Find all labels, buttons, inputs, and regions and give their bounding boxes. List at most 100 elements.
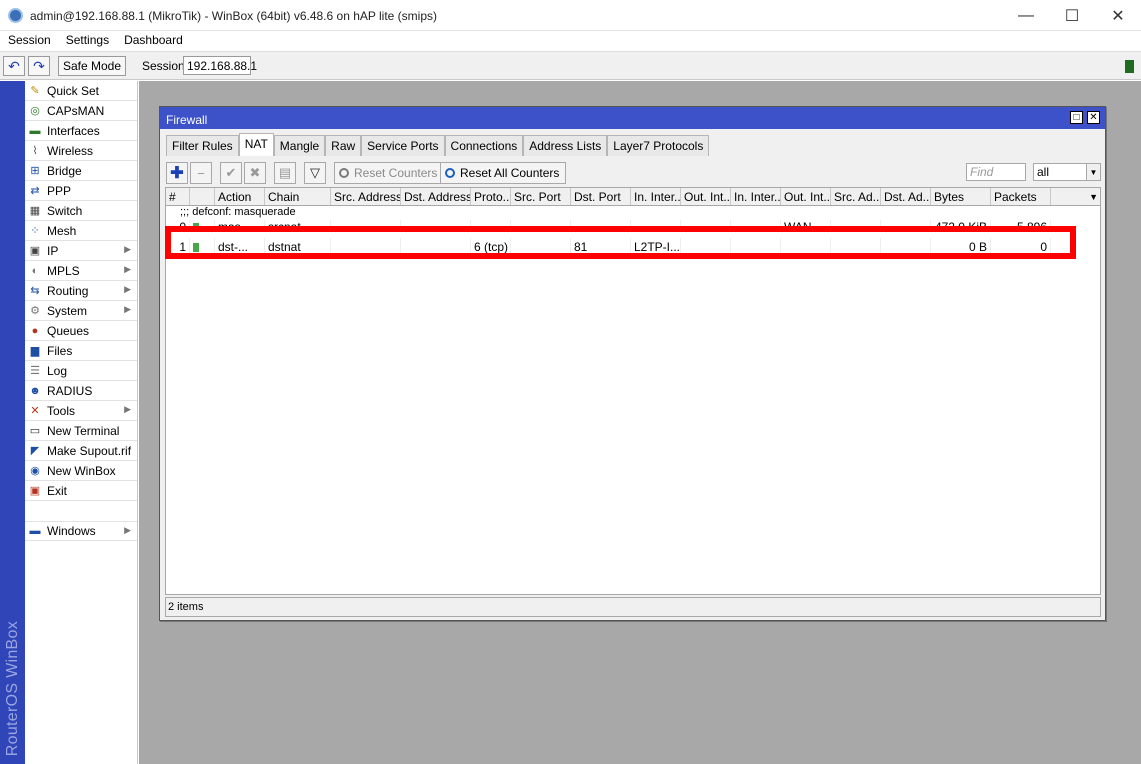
interfaces-icon: ▬ [29, 124, 41, 137]
ip-icon: ▣ [29, 245, 41, 257]
submenu-arrow-icon: ▶ [124, 244, 131, 254]
col-header-src-port[interactable]: Src. Port [511, 188, 571, 205]
session-label: Session: [142, 59, 189, 73]
safe-mode-button[interactable]: Safe Mode [58, 56, 126, 76]
enable-rule-button[interactable]: ✔ [220, 162, 242, 184]
undo-button[interactable]: ↶ [3, 56, 25, 76]
sidebar-item-ip[interactable]: ▣ IP ▶ [25, 241, 137, 261]
tab-raw[interactable]: Raw [325, 135, 362, 156]
submenu-arrow-icon: ▶ [124, 264, 131, 274]
connection-indicator [1125, 60, 1134, 73]
sidebar-item-files[interactable]: ▆ Files [25, 341, 137, 361]
tab-address-lists[interactable]: Address Lists [523, 135, 608, 156]
col-header-src-address[interactable]: Src. Address [331, 188, 401, 205]
firewall-window-titlebar[interactable]: Firewall □ ✕ [160, 107, 1105, 129]
firewall-tabs: Filter Rules NAT Mangle Raw Service Port… [166, 133, 710, 157]
col-header-dst-address[interactable]: Dst. Address [401, 188, 471, 205]
col-header-bytes[interactable]: Bytes [931, 188, 991, 205]
sidebar-item-tools[interactable]: ✕ Tools ▶ [25, 401, 137, 421]
maximize-button[interactable]: ☐ [1049, 0, 1095, 31]
col-header-dst-address-list[interactable]: Dst. Ad... [881, 188, 931, 205]
rule-comment: ;;; defconf: masquerade [180, 206, 296, 218]
sidebar-item-ppp[interactable]: ⇄ PPP [25, 181, 137, 201]
tab-connections[interactable]: Connections [444, 135, 524, 156]
sidebar-item-capsman[interactable]: ◎ CAPsMAN [25, 101, 137, 121]
chevron-down-icon[interactable]: ▼ [1086, 164, 1100, 180]
tab-service-ports[interactable]: Service Ports [361, 135, 445, 156]
sidebar-item-radius[interactable]: ☻ RADIUS [25, 381, 137, 401]
tab-filter-rules[interactable]: Filter Rules [166, 135, 239, 156]
sidebar-item-label: CAPsMAN [47, 103, 105, 118]
submenu-arrow-icon: ▶ [124, 304, 131, 314]
sidebar-item-switch[interactable]: ▦ Switch [25, 201, 137, 221]
filter-icon[interactable]: ▽ [304, 162, 326, 184]
sidebar-item-wireless[interactable]: ⌇ Wireless [25, 141, 137, 161]
sidebar-item-routing[interactable]: ⇆ Routing ▶ [25, 281, 137, 301]
routing-icon: ⇆ [30, 285, 40, 297]
sidebar-item-interfaces[interactable]: ▬ Interfaces [25, 121, 137, 141]
files-folder-icon: ▆ [30, 345, 40, 357]
sidebar-item-label: New WinBox [47, 463, 116, 478]
reset-counters-button[interactable]: Reset Counters [334, 162, 445, 184]
supout-icon: ◤ [30, 445, 40, 457]
col-header-action[interactable]: Action [215, 188, 265, 205]
close-window-button[interactable]: ✕ [1087, 111, 1100, 124]
sidebar-item-quick-set[interactable]: ✎ Quick Set [25, 81, 137, 101]
winbox-app-icon [8, 8, 23, 23]
session-field[interactable]: 192.168.88.1 [183, 56, 257, 75]
switch-icon: ▦ [29, 205, 41, 217]
col-header-packets[interactable]: Packets [991, 188, 1051, 205]
column-menu-icon[interactable]: ▼ [1089, 192, 1098, 202]
exit-icon: ▣ [29, 485, 41, 497]
sidebar-item-mpls[interactable]: ◐ MPLS ▶ [25, 261, 137, 281]
redo-button[interactable]: ↷ [28, 56, 50, 76]
sidebar-item-exit[interactable]: ▣ Exit [25, 481, 137, 501]
menu-settings[interactable]: Settings [58, 31, 109, 51]
mpls-icon: ◐ [31, 264, 39, 277]
sidebar-item-bridge[interactable]: ⊞ Bridge [25, 161, 137, 181]
comment-button[interactable]: ▤ [274, 162, 296, 184]
disable-rule-button[interactable]: ✖ [244, 162, 266, 184]
col-header-flags[interactable] [190, 188, 215, 205]
find-input[interactable]: Find [966, 163, 1026, 181]
col-header-number[interactable]: # [166, 188, 190, 205]
tab-layer7-protocols[interactable]: Layer7 Protocols [607, 135, 710, 156]
bridge-icon: ⊞ [30, 165, 40, 177]
sidebar-item-label: Mesh [47, 223, 77, 238]
sidebar-item-new-terminal[interactable]: ▭ New Terminal [25, 421, 137, 441]
col-header-in-interface-list[interactable]: In. Inter... [731, 188, 781, 205]
menu-session[interactable]: Session [0, 31, 51, 51]
sidebar-item-log[interactable]: ☰ Log [25, 361, 137, 381]
sidebar-item-label: Exit [47, 483, 68, 498]
col-header-out-interface-list[interactable]: Out. Int... [781, 188, 831, 205]
sidebar-item-queues[interactable]: ● Queues [25, 321, 137, 341]
reset-icon [445, 168, 455, 178]
sidebar-item-label: Tools [47, 403, 76, 418]
sidebar-item-make-supout[interactable]: ◤ Make Supout.rif [25, 441, 137, 461]
ppp-icon: ⇄ [30, 185, 40, 197]
sidebar-item-system[interactable]: ⚙ System ▶ [25, 301, 137, 321]
tab-mangle[interactable]: Mangle [273, 135, 326, 156]
col-header-chain[interactable]: Chain [265, 188, 331, 205]
sidebar-item-mesh[interactable]: ⁘ Mesh [25, 221, 137, 241]
col-header-out-interface[interactable]: Out. Int... [681, 188, 731, 205]
sidebar-item-new-winbox[interactable]: ◉ New WinBox [25, 461, 137, 481]
sidebar-item-label: Make Supout.rif [47, 443, 132, 458]
menu-dashboard[interactable]: Dashboard [116, 31, 183, 51]
add-rule-button[interactable]: ✚ [166, 162, 188, 184]
filter-select[interactable]: all ▼ [1033, 163, 1101, 181]
remove-rule-button[interactable]: − [190, 162, 212, 184]
minimize-button[interactable]: — [1003, 0, 1049, 31]
sidebar-item-windows[interactable]: ▬ Windows ▶ [25, 521, 137, 541]
capsman-icon: ◎ [30, 105, 40, 117]
col-header-in-interface[interactable]: In. Inter... [631, 188, 681, 205]
col-header-protocol[interactable]: Proto... [471, 188, 511, 205]
col-header-dst-port[interactable]: Dst. Port [571, 188, 631, 205]
wireless-icon: ⌇ [32, 145, 38, 157]
submenu-arrow-icon: ▶ [124, 284, 131, 294]
tab-nat[interactable]: NAT [238, 133, 274, 156]
col-header-src-address-list[interactable]: Src. Ad... [831, 188, 881, 205]
close-button[interactable]: ✕ [1095, 0, 1141, 31]
restore-window-button[interactable]: □ [1070, 111, 1083, 124]
reset-all-counters-button[interactable]: Reset All Counters [440, 162, 567, 184]
